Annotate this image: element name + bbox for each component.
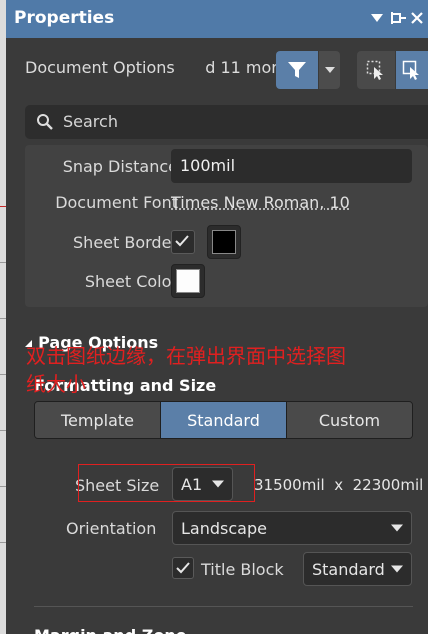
- edge-marker: [0, 318, 6, 319]
- orientation-value: Landscape: [181, 518, 267, 538]
- format-tabs: Template Standard Custom: [34, 401, 413, 439]
- snap-distance-value: 100mil: [180, 156, 236, 175]
- chevron-down-icon: [391, 524, 403, 532]
- sheet-border-checkbox[interactable]: [171, 230, 195, 254]
- panel-menu-icon[interactable]: [370, 8, 384, 28]
- checkmark-icon: [176, 562, 190, 574]
- orientation-label: Orientation: [66, 519, 157, 538]
- filter-dropdown[interactable]: [318, 51, 340, 89]
- sheet-border-label: Sheet Border: [73, 233, 178, 252]
- color-fill: [176, 269, 200, 293]
- edge-marker: [0, 486, 6, 487]
- margin-zone-header[interactable]: Margin and Zone: [34, 624, 187, 634]
- edge-marker: [0, 374, 6, 375]
- tab-template[interactable]: Template: [35, 402, 161, 438]
- edge-marker: [0, 206, 6, 207]
- select-inside-button[interactable]: [396, 51, 428, 89]
- panel-title-bar[interactable]: Properties: [6, 0, 428, 38]
- sheet-color-swatch[interactable]: [171, 264, 205, 298]
- tab-standard[interactable]: Standard: [161, 402, 287, 438]
- select-objects-button[interactable]: [357, 51, 395, 89]
- checkmark-icon: [175, 235, 189, 247]
- sheet-dimensions: 31500mil x 22300mil: [254, 476, 424, 494]
- section-divider: [34, 606, 413, 607]
- edge-marker: [0, 542, 6, 543]
- sheet-border-color-swatch[interactable]: [207, 225, 241, 259]
- orientation-select[interactable]: Landscape: [172, 511, 412, 545]
- title-block-label: Title Block: [201, 560, 284, 579]
- title-block-value: Standard: [312, 559, 385, 579]
- annotation-highlight-box: [78, 464, 255, 502]
- document-font-link[interactable]: Times New Roman, 10: [171, 193, 350, 212]
- edge-marker: [0, 430, 6, 431]
- snap-distance-input[interactable]: 100mil: [171, 149, 412, 183]
- document-options-label: Document Options d 11 more): [25, 58, 294, 77]
- margin-zone-title: Margin and Zone: [34, 626, 187, 634]
- panel-title: Properties: [14, 8, 115, 28]
- snap-distance-label: Snap Distance: [62, 157, 178, 176]
- search-icon: [37, 114, 53, 130]
- cursor-select-icon: [402, 60, 419, 80]
- annotation-line-2: 纸大小: [26, 372, 86, 396]
- filter-button[interactable]: [276, 51, 318, 89]
- filter-icon: [288, 62, 306, 78]
- close-icon[interactable]: [410, 8, 424, 28]
- color-fill: [212, 230, 236, 254]
- left-edge-strip: [0, 0, 6, 634]
- tab-custom[interactable]: Custom: [287, 402, 412, 438]
- cursor-select-icon: [366, 60, 383, 80]
- sheet-color-label: Sheet Color: [84, 272, 178, 291]
- title-block-select[interactable]: Standard: [303, 552, 412, 586]
- document-properties-section: Snap Distance 100mil Document Font Times…: [25, 145, 428, 307]
- search-placeholder: Search: [63, 112, 118, 131]
- chevron-down-icon: [391, 565, 403, 573]
- search-input[interactable]: Search: [25, 105, 428, 139]
- edge-marker: [0, 262, 6, 263]
- document-font-label: Document Font: [55, 193, 178, 212]
- pin-icon[interactable]: [390, 8, 408, 28]
- chevron-down-icon: [324, 67, 335, 73]
- annotation-line-1: 双击图纸边缘，在弹出界面中选择图: [26, 344, 346, 368]
- title-block-checkbox[interactable]: [172, 557, 194, 579]
